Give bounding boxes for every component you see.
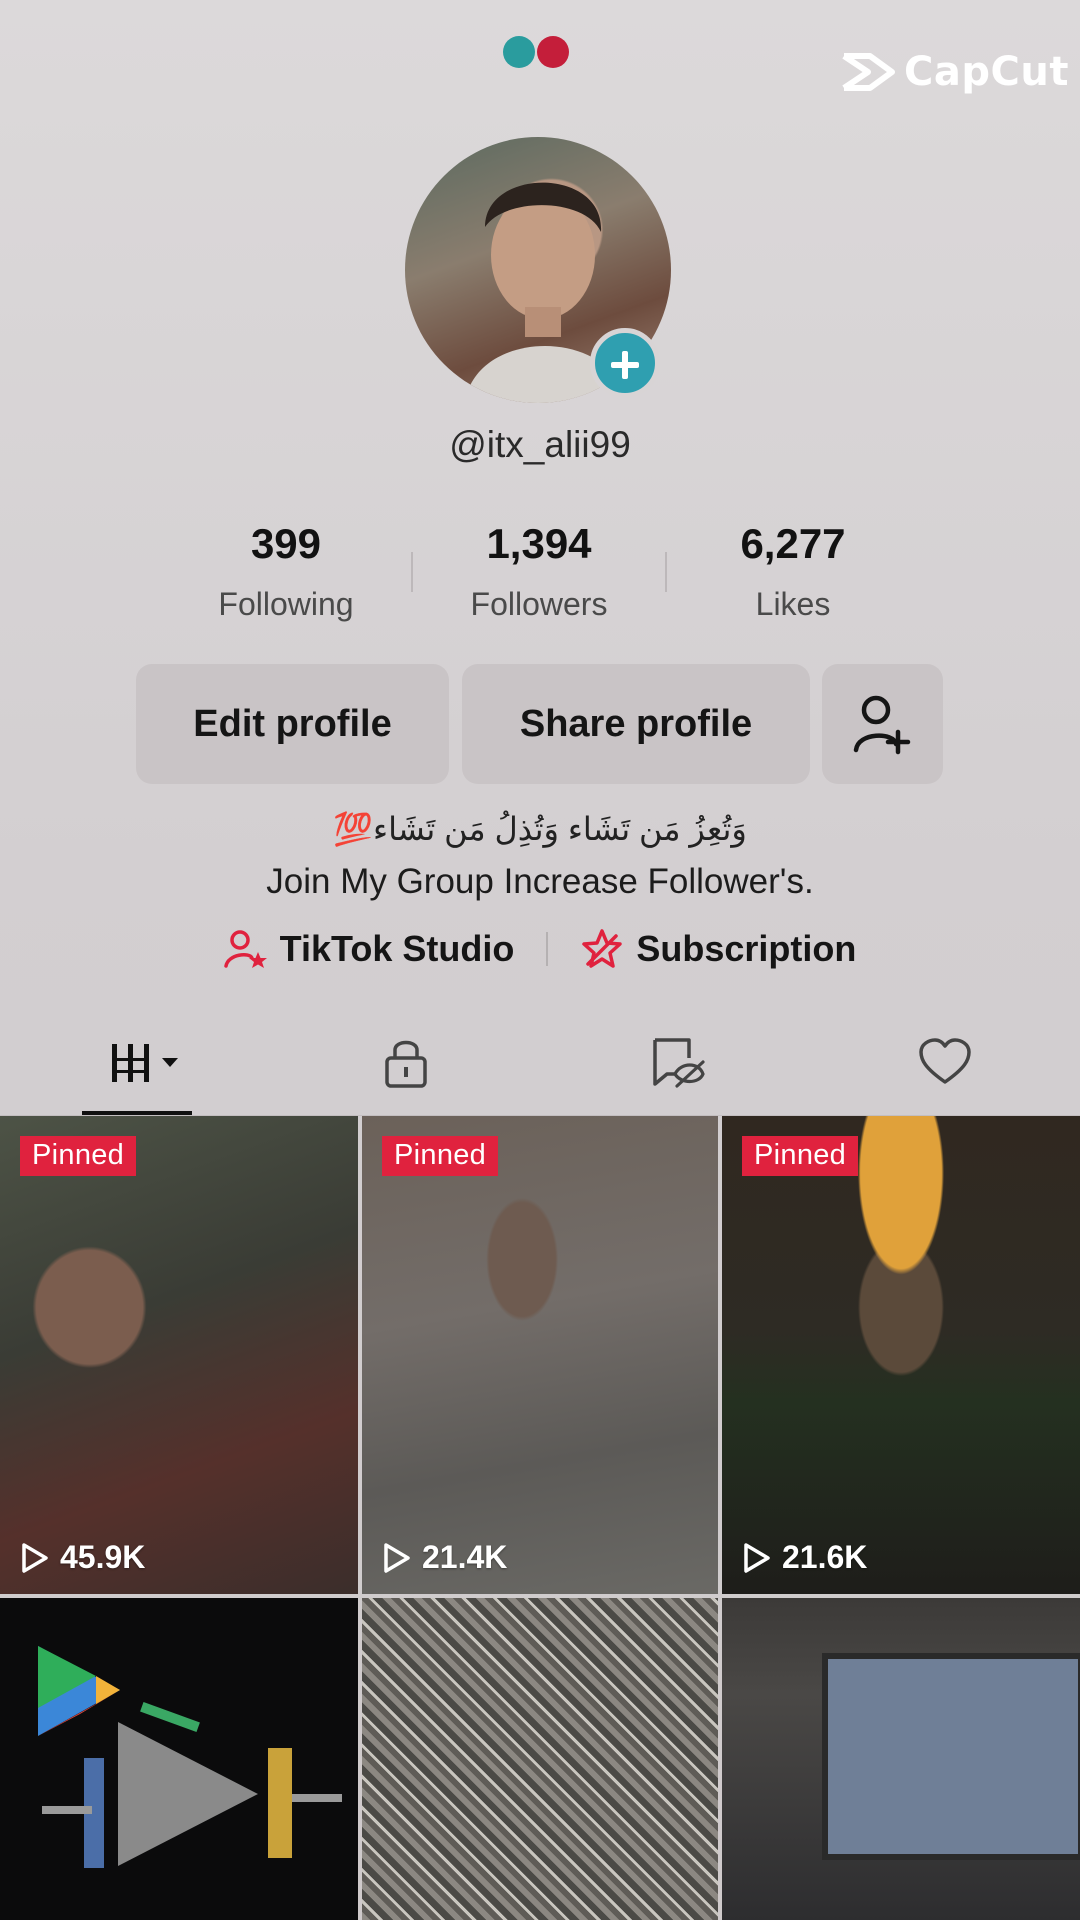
loader-dot-red	[537, 36, 569, 68]
stat-likes[interactable]: 6,277 Likes	[673, 520, 913, 623]
active-tab-indicator	[82, 1111, 192, 1115]
videos-grid-icon	[112, 1044, 178, 1082]
play-store-art	[38, 1646, 342, 1868]
capcut-wordmark: CapCut	[904, 49, 1069, 95]
tiktok-studio-link[interactable]: TikTok Studio	[223, 928, 515, 970]
repost-hidden-icon	[653, 1038, 705, 1088]
add-user-icon	[853, 695, 910, 755]
loader-dot-teal	[503, 36, 535, 68]
tab-videos[interactable]	[95, 1028, 195, 1098]
add-friends-button[interactable]	[822, 664, 943, 784]
edit-profile-button[interactable]: Edit profile	[136, 664, 449, 784]
video-grid: Pinned 45.9K Pinned 21.4K Pinned 21.6K	[0, 1116, 1080, 1920]
stat-followers[interactable]: 1,394 Followers	[419, 520, 659, 623]
view-count: 21.6K	[742, 1539, 867, 1576]
pinned-badge: Pinned	[742, 1136, 859, 1176]
stat-likes-value: 6,277	[740, 520, 846, 567]
loading-indicator	[503, 36, 571, 68]
stat-divider	[665, 552, 667, 592]
stat-followers-label: Followers	[470, 586, 608, 622]
play-icon	[744, 1542, 770, 1573]
stat-following[interactable]: 399 Following	[166, 520, 406, 623]
pinned-badge: Pinned	[382, 1136, 499, 1176]
stat-following-value: 399	[250, 520, 322, 567]
subscription-link[interactable]: Subscription	[580, 928, 856, 970]
stat-following-label: Following	[218, 586, 354, 622]
tab-reposts[interactable]	[627, 1028, 727, 1098]
subscription-label: Subscription	[636, 928, 857, 969]
view-count-value: 21.4K	[422, 1539, 508, 1575]
username: @itx_alii99	[449, 424, 631, 465]
view-count: 21.4K	[382, 1539, 507, 1576]
studio-user-star-icon	[223, 930, 267, 968]
play-icon	[384, 1542, 410, 1573]
tab-private[interactable]	[356, 1028, 456, 1098]
share-profile-button[interactable]: Share profile	[462, 664, 810, 784]
video-tile[interactable]: Pinned 45.9K	[0, 1116, 358, 1594]
bio-arabic-line: وَتُعِزُ مَن تَشَاء وَتُذِلُ مَن تَشَاء💯	[333, 811, 747, 847]
video-tile[interactable]	[362, 1598, 718, 1920]
play-icon	[22, 1542, 48, 1573]
heart-icon	[919, 1038, 971, 1084]
profile-tab-bar	[0, 1028, 1080, 1118]
bio-text-line: Join My Group Increase Follower's.	[266, 862, 814, 901]
pinned-badge: Pinned	[20, 1136, 137, 1176]
stat-likes-label: Likes	[755, 586, 831, 622]
stat-divider	[411, 552, 413, 592]
capcut-logo-icon	[842, 53, 895, 91]
lock-icon	[385, 1040, 427, 1088]
capcut-watermark: CapCut	[840, 48, 1069, 96]
video-tile[interactable]: Pinned 21.6K	[722, 1116, 1080, 1594]
stat-followers-value: 1,394	[486, 520, 592, 567]
subscription-star-icon	[582, 929, 623, 968]
view-count: 45.9K	[20, 1539, 145, 1576]
view-count-value: 21.6K	[782, 1539, 868, 1575]
video-tile[interactable]	[722, 1598, 1080, 1920]
links-divider	[546, 932, 549, 966]
video-tile[interactable]: Pinned 21.4K	[362, 1116, 718, 1594]
view-count-value: 45.9K	[60, 1539, 146, 1575]
add-story-button[interactable]	[590, 328, 660, 398]
video-thumbnail-screen	[822, 1653, 1080, 1860]
tiktok-studio-label: TikTok Studio	[279, 928, 515, 969]
video-tile[interactable]	[0, 1598, 358, 1920]
profile-links-row: TikTok Studio Subscription	[0, 928, 1080, 970]
tab-liked[interactable]	[895, 1028, 995, 1098]
